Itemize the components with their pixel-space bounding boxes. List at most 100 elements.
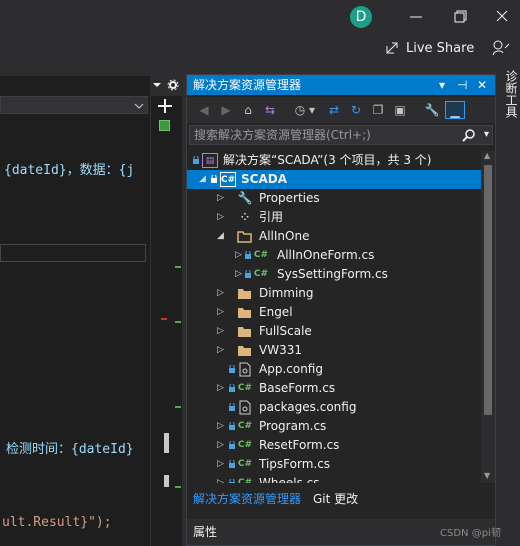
- tree-item-file[interactable]: ▷ C# BaseForm.cs: [187, 379, 481, 398]
- chevron-down-icon[interactable]: ▾: [484, 126, 489, 144]
- split-icon[interactable]: [157, 98, 173, 114]
- csharp-file-icon: C#: [237, 383, 253, 393]
- scroll-up-icon[interactable]: ▲: [484, 151, 490, 160]
- lock-icon: [229, 403, 235, 411]
- tree-item-solution[interactable]: ▤ 解决方案“SCADA”(3 个项目，共 3 个): [187, 151, 481, 170]
- csharp-file-icon: C#: [253, 269, 269, 279]
- tree-item-label: Dimming: [259, 286, 314, 300]
- lock-icon: [245, 270, 251, 278]
- search-input[interactable]: 搜索解决方案资源管理器(Ctrl+;) ▾: [189, 125, 493, 145]
- expand-arrow-icon[interactable]: ▷: [217, 341, 227, 360]
- tab-git-changes[interactable]: Git 更改: [313, 490, 358, 507]
- expand-arrow-icon[interactable]: ▷: [235, 246, 245, 265]
- collapse-all-icon[interactable]: ❐: [369, 101, 387, 119]
- lock-icon: [229, 441, 235, 449]
- refresh-icon[interactable]: ↻: [347, 101, 365, 119]
- tree-scrollbar[interactable]: ▲ ▼: [481, 151, 495, 483]
- show-all-files-icon[interactable]: ▣: [391, 101, 409, 119]
- close-window-icon[interactable]: [490, 6, 514, 28]
- tree-item-label: VW331: [259, 343, 302, 357]
- code-line: {dateId}，数据：{j: [4, 163, 135, 178]
- csharp-file-icon: C#: [237, 459, 253, 469]
- tree-item-file[interactable]: ▷ C# Program.cs: [187, 417, 481, 436]
- member-navigation-dropdown[interactable]: [0, 96, 148, 114]
- tree-item-file[interactable]: App.config: [187, 360, 481, 379]
- tree-item-label: BaseForm.cs: [259, 381, 336, 395]
- collapse-arrow-icon[interactable]: ◢: [217, 227, 227, 246]
- live-share-button[interactable]: Live Share: [384, 38, 474, 58]
- tree-item-folder[interactable]: ▷ Dimming: [187, 284, 481, 303]
- restore-icon[interactable]: [448, 6, 472, 28]
- current-line-highlight: [0, 244, 146, 262]
- dropdown-arrow-icon[interactable]: ▾: [307, 101, 317, 119]
- tree-item-folder[interactable]: ▷ VW331: [187, 341, 481, 360]
- tree-item-file[interactable]: ▷ C# Wheels.cs: [187, 474, 481, 483]
- solution-explorer-panel: 解决方案资源管理器 ▾ ⊣ ✕ ◀ ▶ ⌂ ⇆ ◷ ▾ ⇄ ↻ ❐ ▣ 🔧 ▁ …: [186, 74, 496, 546]
- tree-item-properties[interactable]: ▷ 🔧 Properties: [187, 189, 481, 208]
- config-file-icon: [239, 400, 251, 415]
- panel-title: 解决方案资源管理器: [193, 78, 302, 92]
- scroll-thumb[interactable]: [164, 433, 169, 453]
- tree-item-label: ResetForm.cs: [259, 438, 340, 452]
- csharp-project-icon: C#: [220, 172, 236, 187]
- tree-item-project[interactable]: ◢ C# SCADA: [187, 170, 481, 189]
- scroll-thumb-handle[interactable]: [164, 475, 169, 487]
- tree-item-file[interactable]: ▷ C# AllInOneForm.cs: [187, 246, 481, 265]
- preview-selected-icon[interactable]: ▁: [445, 101, 465, 119]
- sync-icon[interactable]: ⇄: [325, 101, 343, 119]
- expand-arrow-icon[interactable]: ▷: [217, 303, 227, 322]
- expand-arrow-icon[interactable]: ▷: [217, 474, 227, 483]
- watermark: CSDN @pi韧: [440, 528, 501, 539]
- csharp-file-icon: C#: [237, 421, 253, 431]
- lock-icon: [193, 156, 199, 164]
- pin-icon[interactable]: ⊣: [457, 75, 467, 95]
- csharp-file-icon: C#: [253, 250, 269, 260]
- panel-tabs: 解决方案资源管理器 Git 更改: [187, 487, 495, 509]
- expand-arrow-icon[interactable]: ◢: [199, 170, 209, 189]
- panel-title-bar: 解决方案资源管理器 ▾ ⊣ ✕: [187, 75, 495, 95]
- back-icon[interactable]: ◀: [195, 101, 213, 119]
- tree-item-folder[interactable]: ▷ FullScale: [187, 322, 481, 341]
- csharp-file-icon: C#: [237, 440, 253, 450]
- expand-arrow-icon[interactable]: ▷: [217, 455, 227, 474]
- expand-arrow-icon[interactable]: ▷: [217, 436, 227, 455]
- expand-arrow-icon[interactable]: ▷: [217, 417, 227, 436]
- lock-icon: [229, 384, 235, 392]
- close-icon[interactable]: ✕: [477, 75, 487, 95]
- tree-item-references[interactable]: ▷ ⁘ 引用: [187, 208, 481, 227]
- tree-item-file[interactable]: ▷ C# SysSettingForm.cs: [187, 265, 481, 284]
- diagnostic-tools-tab[interactable]: 诊断工具: [500, 70, 520, 150]
- tree-item-folder[interactable]: ▷ Engel: [187, 303, 481, 322]
- tree-item-label: FullScale: [259, 324, 312, 338]
- tab-solution-explorer[interactable]: 解决方案资源管理器: [193, 490, 301, 507]
- expand-arrow-icon[interactable]: ▷: [217, 208, 227, 227]
- tree-item-folder-allinone[interactable]: ◢ AllInOne: [187, 227, 481, 246]
- code-line: 检测时间：{dateId}: [6, 442, 134, 457]
- home-icon[interactable]: ⌂: [239, 101, 257, 119]
- search-icon[interactable]: [462, 128, 476, 142]
- dropdown-arrow-icon[interactable]: ▾: [439, 75, 445, 95]
- account-avatar[interactable]: D: [350, 6, 372, 28]
- dropdown-arrow-icon[interactable]: [152, 80, 162, 90]
- forward-icon[interactable]: ▶: [217, 101, 235, 119]
- scroll-down-icon[interactable]: ▼: [484, 471, 490, 480]
- minimize-icon[interactable]: [404, 6, 428, 28]
- properties-wrench-icon[interactable]: 🔧: [423, 101, 441, 119]
- expand-arrow-icon[interactable]: ▷: [217, 379, 227, 398]
- tree-item-file[interactable]: packages.config: [187, 398, 481, 417]
- expand-arrow-icon[interactable]: ▷: [217, 322, 227, 341]
- tree-item-label: TipsForm.cs: [259, 457, 331, 471]
- tree-item-label: Wheels.cs: [259, 476, 320, 483]
- tree-item-file[interactable]: ▷ C# TipsForm.cs: [187, 455, 481, 474]
- tree-item-file[interactable]: ▷ C# ResetForm.cs: [187, 436, 481, 455]
- switch-views-icon[interactable]: ⇆: [261, 101, 279, 119]
- code-editor[interactable]: [0, 76, 150, 546]
- live-share-icon: [386, 42, 398, 54]
- gear-icon[interactable]: [167, 79, 179, 91]
- expand-arrow-icon[interactable]: ▷: [217, 189, 227, 208]
- editor-scrollbar[interactable]: [150, 96, 182, 546]
- scroll-thumb[interactable]: [484, 165, 492, 415]
- expand-arrow-icon[interactable]: ▷: [235, 265, 245, 284]
- expand-arrow-icon[interactable]: ▷: [217, 284, 227, 303]
- feedback-icon[interactable]: [490, 38, 510, 58]
